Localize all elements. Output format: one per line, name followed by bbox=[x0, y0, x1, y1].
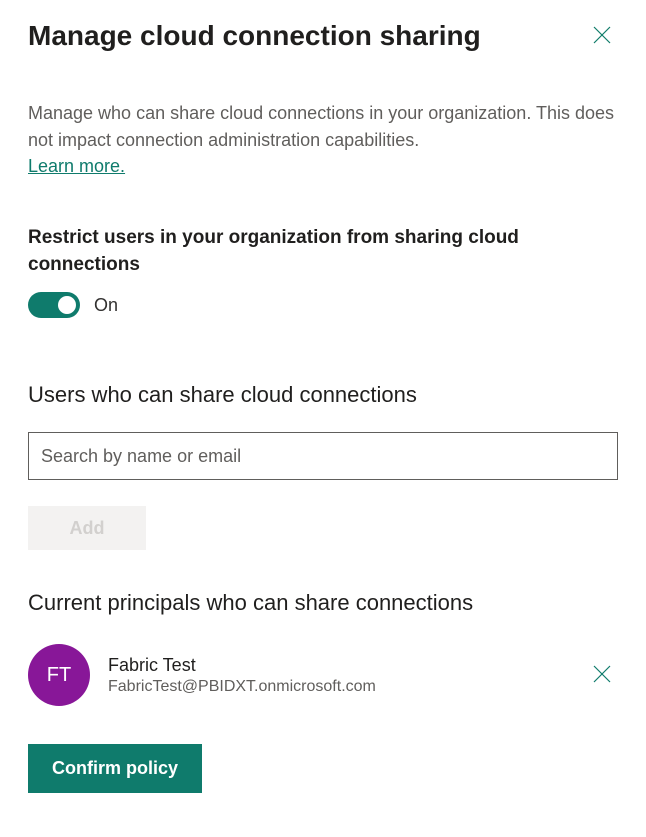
close-icon bbox=[593, 665, 611, 686]
principal-email: FabricTest@PBIDXT.onmicrosoft.com bbox=[108, 678, 568, 696]
add-button[interactable]: Add bbox=[28, 506, 146, 550]
learn-more-link[interactable]: Learn more. bbox=[28, 156, 125, 177]
users-section-heading: Users who can share cloud connections bbox=[28, 382, 618, 408]
restrict-toggle-label: Restrict users in your organization from… bbox=[28, 225, 618, 278]
close-icon bbox=[593, 26, 611, 47]
principal-name: Fabric Test bbox=[108, 655, 568, 676]
dialog-header: Manage cloud connection sharing bbox=[28, 20, 618, 52]
principal-row: FT Fabric Test FabricTest@PBIDXT.onmicro… bbox=[28, 644, 618, 706]
restrict-toggle-state: On bbox=[94, 295, 118, 316]
dialog-title: Manage cloud connection sharing bbox=[28, 20, 481, 52]
confirm-policy-button[interactable]: Confirm policy bbox=[28, 744, 202, 793]
restrict-toggle-row: On bbox=[28, 292, 618, 318]
principals-section-heading: Current principals who can share connect… bbox=[28, 590, 618, 616]
remove-principal-button[interactable] bbox=[586, 659, 618, 691]
close-button[interactable] bbox=[586, 20, 618, 52]
avatar: FT bbox=[28, 644, 90, 706]
dialog-description: Manage who can share cloud connections i… bbox=[28, 100, 618, 154]
search-input[interactable] bbox=[28, 432, 618, 480]
principal-info: Fabric Test FabricTest@PBIDXT.onmicrosof… bbox=[108, 655, 568, 696]
restrict-toggle[interactable] bbox=[28, 292, 80, 318]
